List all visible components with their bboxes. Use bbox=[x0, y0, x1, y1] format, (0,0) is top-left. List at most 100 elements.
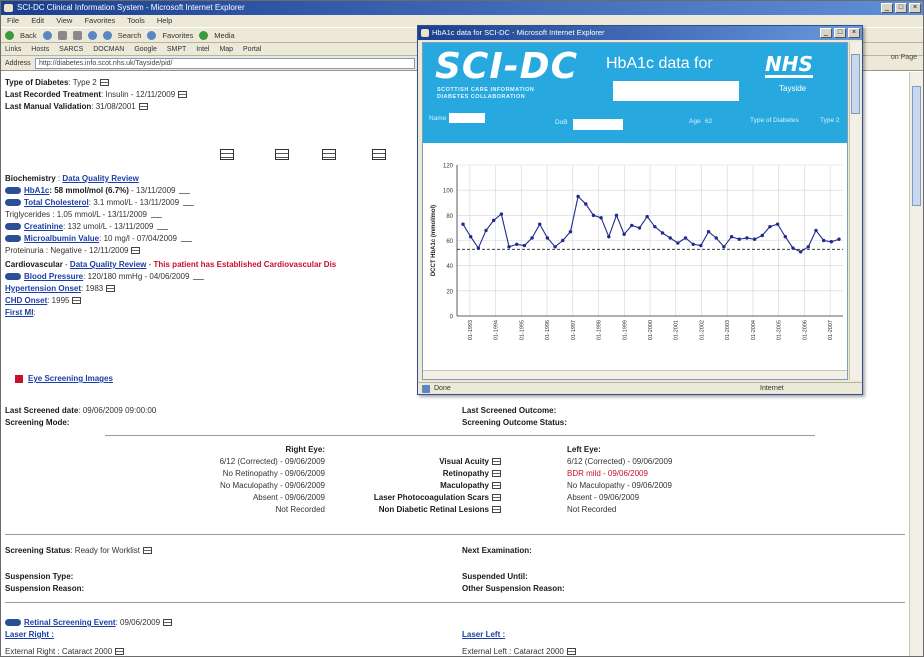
close-button[interactable]: × bbox=[909, 3, 921, 13]
favorites-button[interactable]: Favorites bbox=[162, 31, 193, 40]
hba1c-data-point bbox=[806, 245, 811, 249]
cardio-review-link[interactable]: Data Quality Review bbox=[70, 260, 146, 269]
minimize-button[interactable]: _ bbox=[881, 3, 893, 13]
history-icon[interactable] bbox=[492, 494, 501, 502]
divider bbox=[5, 534, 905, 535]
history-icon[interactable] bbox=[143, 547, 153, 555]
laser-right-link[interactable]: Laser Right : bbox=[5, 630, 54, 639]
cholesterol-value: : 3.1 mmol/L - 13/11/2009 bbox=[88, 198, 180, 207]
edit-icon[interactable] bbox=[179, 188, 191, 194]
chd-link[interactable]: CHD Onset bbox=[5, 296, 47, 305]
hba1c-link[interactable]: HbA1c bbox=[24, 186, 49, 195]
popup-maximize-button[interactable]: □ bbox=[834, 28, 846, 38]
popup-close-button[interactable]: × bbox=[848, 28, 860, 38]
hba1c-data-point bbox=[637, 226, 642, 230]
suspended-until-label: Suspended Until: bbox=[462, 572, 528, 581]
link-sarcs[interactable]: SARCS bbox=[59, 46, 83, 53]
back-button[interactable]: Back bbox=[20, 31, 37, 40]
history-icon[interactable] bbox=[492, 470, 501, 478]
graph-button[interactable] bbox=[5, 619, 21, 627]
eye-icon bbox=[15, 374, 23, 383]
history-icon[interactable] bbox=[72, 297, 82, 305]
grid-icon[interactable] bbox=[220, 149, 234, 160]
popup-horizontal-scrollbar[interactable] bbox=[423, 370, 847, 379]
menu-help[interactable]: Help bbox=[157, 16, 172, 25]
proteinuria-value: Proteinuria : Negative - 12/11/2009 bbox=[5, 246, 129, 255]
popup-vertical-scrollbar[interactable] bbox=[849, 42, 861, 380]
hypertension-link[interactable]: Hypertension Onset bbox=[5, 284, 81, 293]
back-icon[interactable] bbox=[5, 30, 14, 40]
creatinine-link[interactable]: Creatinine bbox=[24, 222, 63, 231]
page-menu-fragment[interactable]: on Page bbox=[891, 54, 917, 61]
edit-icon[interactable] bbox=[157, 224, 169, 230]
history-icon[interactable] bbox=[492, 506, 501, 514]
main-vertical-scrollbar[interactable] bbox=[909, 72, 923, 656]
history-icon[interactable] bbox=[99, 79, 109, 87]
popup-minimize-button[interactable]: _ bbox=[820, 28, 832, 38]
history-icon[interactable] bbox=[138, 103, 148, 111]
first-mi-link[interactable]: First MI bbox=[5, 308, 33, 317]
history-icon[interactable] bbox=[131, 247, 141, 255]
menu-view[interactable]: View bbox=[56, 16, 72, 25]
menu-tools[interactable]: Tools bbox=[127, 16, 145, 25]
history-icon[interactable] bbox=[163, 619, 173, 627]
menu-edit[interactable]: Edit bbox=[31, 16, 44, 25]
media-button[interactable]: Media bbox=[214, 31, 234, 40]
grid-icon[interactable] bbox=[372, 149, 386, 160]
hba1c-data-point bbox=[622, 232, 626, 236]
grid-icon[interactable] bbox=[275, 149, 289, 160]
hba1c-data-point bbox=[576, 194, 580, 199]
main-window-title: SCI-DC Clinical Information System - Mic… bbox=[17, 3, 245, 12]
grid-icon[interactable] bbox=[322, 149, 336, 160]
link-docman[interactable]: DOCMAN bbox=[93, 46, 124, 53]
history-icon[interactable] bbox=[566, 648, 576, 656]
cholesterol-link[interactable]: Total Cholesterol bbox=[24, 198, 89, 207]
refresh-icon[interactable] bbox=[72, 30, 82, 40]
popup-scroll-thumb[interactable] bbox=[851, 54, 860, 114]
forward-icon[interactable] bbox=[42, 30, 52, 40]
edit-icon[interactable] bbox=[183, 200, 195, 206]
x-tick-label: 01-2004 bbox=[751, 320, 757, 340]
retinal-event-value: : 09/06/2009 bbox=[115, 618, 161, 627]
history-icon[interactable] bbox=[106, 285, 116, 293]
link-hosts[interactable]: Hosts bbox=[31, 46, 49, 53]
history-icon[interactable] bbox=[115, 648, 125, 656]
hba1c-data-point bbox=[691, 242, 695, 246]
link-map[interactable]: Map bbox=[219, 46, 233, 53]
retinal-event-link[interactable]: Retinal Screening Event bbox=[24, 618, 116, 627]
link-google[interactable]: Google bbox=[134, 46, 157, 53]
address-input[interactable]: http://diabetes.info.scot.nhs.uk/Tayside… bbox=[35, 58, 415, 69]
eye-screening-link[interactable]: Eye Screening Images bbox=[28, 374, 113, 383]
blood-pressure-link[interactable]: Blood Pressure bbox=[24, 272, 83, 281]
graph-button[interactable] bbox=[5, 273, 21, 281]
link-intel[interactable]: Intel bbox=[196, 46, 209, 53]
search-icon[interactable] bbox=[102, 30, 112, 40]
graph-button[interactable] bbox=[5, 235, 21, 243]
graph-button[interactable] bbox=[5, 187, 21, 195]
favorites-icon[interactable] bbox=[147, 30, 157, 40]
stop-icon[interactable] bbox=[57, 30, 67, 40]
search-button[interactable]: Search bbox=[118, 31, 142, 40]
edit-icon[interactable] bbox=[180, 236, 192, 242]
graph-button[interactable] bbox=[5, 199, 21, 207]
first-mi-value: : bbox=[33, 308, 36, 317]
history-icon[interactable] bbox=[492, 458, 501, 466]
history-icon[interactable] bbox=[178, 91, 188, 99]
maximize-button[interactable]: □ bbox=[895, 3, 907, 13]
menu-file[interactable]: File bbox=[7, 16, 19, 25]
menu-favorites[interactable]: Favorites bbox=[84, 16, 115, 25]
left-eye-header: Left Eye: bbox=[567, 445, 601, 454]
edit-icon[interactable] bbox=[193, 274, 205, 280]
graph-button[interactable] bbox=[5, 223, 21, 231]
hba1c-date: - 13/11/2009 bbox=[128, 186, 176, 195]
scroll-thumb[interactable] bbox=[912, 86, 921, 206]
link-portal[interactable]: Portal bbox=[243, 46, 261, 53]
laser-left-link[interactable]: Laser Left : bbox=[462, 630, 505, 639]
edit-icon[interactable] bbox=[151, 212, 162, 218]
link-smpt[interactable]: SMPT bbox=[167, 46, 186, 53]
home-icon[interactable] bbox=[87, 30, 97, 40]
microalbumin-link[interactable]: Microalbumin Value bbox=[24, 234, 99, 243]
history-icon[interactable] bbox=[492, 482, 501, 490]
media-icon[interactable] bbox=[199, 30, 209, 40]
biochem-review-link[interactable]: Data Quality Review bbox=[62, 174, 138, 183]
